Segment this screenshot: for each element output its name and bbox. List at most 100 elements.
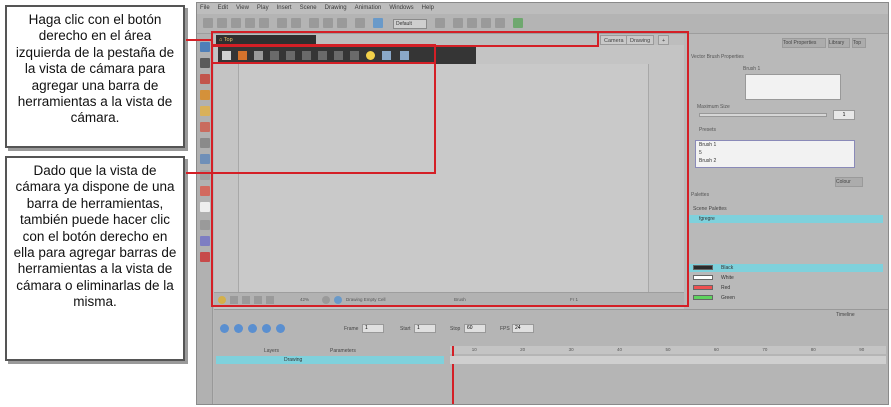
ruler-tick: 70 [762, 347, 768, 352]
camera-tool-icon[interactable] [200, 236, 210, 246]
transform-tool-icon[interactable] [200, 186, 210, 196]
hand-tool-icon[interactable] [200, 202, 210, 212]
tab-colour[interactable]: Colour [835, 177, 863, 187]
swatch-black[interactable] [693, 265, 713, 270]
swatch-white[interactable] [693, 275, 713, 280]
loop-icon[interactable] [234, 324, 243, 333]
view-icon-3[interactable] [481, 18, 491, 28]
brush-label: Brush 1 [743, 66, 761, 72]
preset-item[interactable]: Brush 1 [699, 141, 854, 149]
preview-icon[interactable] [373, 18, 383, 28]
workspace-dropdown[interactable]: Default [393, 19, 427, 29]
stop-input[interactable]: 60 [464, 324, 486, 333]
presets-label: Presets [699, 127, 716, 133]
layer-row[interactable] [216, 356, 444, 364]
view-icon-4[interactable] [495, 18, 505, 28]
view-icon[interactable] [453, 18, 463, 28]
ruler-tick: 90 [859, 347, 865, 352]
menu-file[interactable]: File [200, 3, 210, 14]
start-input[interactable]: 1 [414, 324, 436, 333]
next-frame-icon[interactable] [262, 324, 271, 333]
preset-item[interactable]: Brush 2 [699, 157, 854, 165]
menu-animation[interactable]: Animation [355, 3, 382, 14]
contour-tool-icon[interactable] [200, 58, 210, 68]
presets-list[interactable]: Brush 1 5 Brush 2 [695, 140, 855, 168]
fps-input[interactable]: 24 [512, 324, 534, 333]
exposure-cells[interactable] [450, 356, 886, 364]
frame-input[interactable]: 1 [362, 324, 384, 333]
start-label: Start [400, 326, 411, 332]
callout-right-click-tab: Haga clic con el botón derecho en el áre… [5, 5, 185, 148]
tab-top[interactable]: Top [852, 38, 866, 48]
fps-label: FPS [500, 326, 510, 332]
colour-row-selected[interactable] [689, 264, 883, 272]
new-icon[interactable] [203, 18, 213, 28]
menu-windows[interactable]: Windows [389, 3, 413, 14]
ruler-tick: 80 [810, 347, 816, 352]
menu-view[interactable]: View [236, 3, 249, 14]
ruler-tick: 20 [520, 347, 526, 352]
ruler-tick: 50 [665, 347, 671, 352]
harmony-green-icon[interactable] [513, 18, 523, 28]
sound-icon[interactable] [276, 324, 285, 333]
max-size-input[interactable]: 1 [833, 110, 855, 120]
cut-icon[interactable] [309, 18, 319, 28]
frame-label: Frame [344, 326, 359, 332]
play-icon[interactable] [220, 324, 229, 333]
menu-help[interactable]: Help [422, 3, 434, 14]
shape-tool-icon[interactable] [200, 138, 210, 148]
select-tool-icon[interactable] [200, 42, 210, 52]
preset-item[interactable]: 5 [699, 149, 854, 157]
section-title: Vector Brush Properties [691, 54, 744, 60]
menu-scene[interactable]: Scene [300, 3, 317, 14]
save-as-icon[interactable] [245, 18, 255, 28]
copy-icon[interactable] [323, 18, 333, 28]
layer-name: Drawing [284, 357, 303, 363]
colour-name: Red [721, 285, 731, 291]
max-size-label: Maximum Size [697, 104, 730, 110]
workspace-save-icon[interactable] [435, 18, 445, 28]
tab-tool-properties[interactable]: Tool Properties [782, 38, 826, 48]
tab-library[interactable]: Library [828, 38, 850, 48]
redo-icon[interactable] [291, 18, 301, 28]
save-icon[interactable] [231, 18, 241, 28]
ruler-tick: 10 [471, 347, 477, 352]
record-tool-icon[interactable] [200, 252, 210, 262]
stop-label: Stop [450, 326, 461, 332]
leader-line-2-vertical [434, 62, 436, 174]
previous-frame-icon[interactable] [248, 324, 257, 333]
import-icon[interactable] [259, 18, 269, 28]
timeline-tab[interactable]: Timeline [836, 312, 855, 318]
highlight-camera-view [211, 31, 689, 307]
ruler-tick: 60 [713, 347, 719, 352]
colour-name: Black [721, 265, 734, 271]
menu-insert[interactable]: Insert [277, 3, 292, 14]
playhead[interactable] [452, 346, 454, 404]
pencil-tool-icon[interactable] [200, 90, 210, 100]
paste-icon[interactable] [337, 18, 347, 28]
text-tool-icon[interactable] [200, 122, 210, 132]
menu-edit[interactable]: Edit [218, 3, 228, 14]
swatch-green[interactable] [693, 295, 713, 300]
palettes-label: Palettes [691, 192, 710, 198]
max-size-slider[interactable] [699, 113, 827, 117]
timeline-panel: Timeline Frame 1 Start 1 Stop 60 FPS 24 … [214, 309, 888, 404]
menu-drawing[interactable]: Drawing [325, 3, 347, 14]
undo-icon[interactable] [277, 18, 287, 28]
view-icon-2[interactable] [467, 18, 477, 28]
brush-preview[interactable] [745, 74, 841, 100]
leader-line-2 [186, 172, 436, 174]
paint-tool-icon[interactable] [200, 154, 210, 164]
open-icon[interactable] [217, 18, 227, 28]
palette-list-item[interactable]: fgregre [689, 215, 883, 223]
ruler-tick: 30 [568, 347, 574, 352]
zoom-tool-icon[interactable] [200, 220, 210, 230]
colour-list: Black White Red Green [689, 264, 883, 304]
render-icon[interactable] [355, 18, 365, 28]
frame-ruler[interactable]: 10 20 30 40 50 60 70 80 90 [450, 346, 886, 354]
menu-play[interactable]: Play [257, 3, 269, 14]
brush-tool-icon[interactable] [200, 74, 210, 84]
eraser-tool-icon[interactable] [200, 106, 210, 116]
swatch-red[interactable] [693, 285, 713, 290]
callout-right-click-toolbar: Dado que la vista de cámara ya dispone d… [5, 156, 185, 361]
